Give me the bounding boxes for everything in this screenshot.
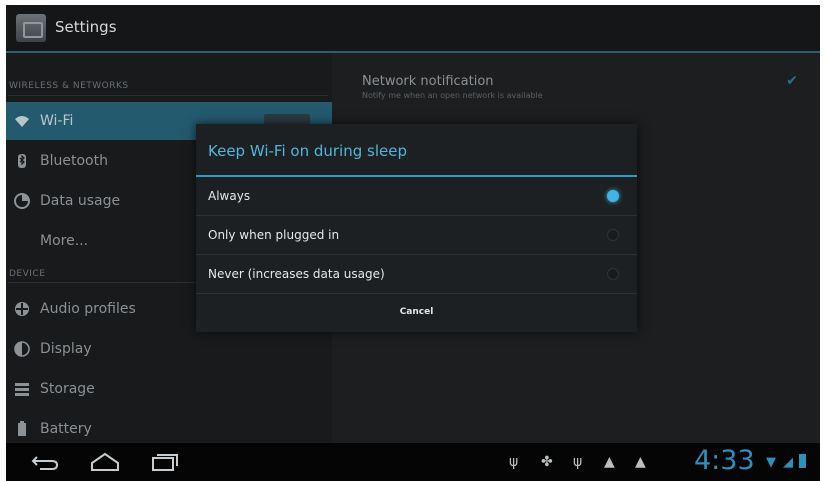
network-notification-title: Network notification	[362, 74, 494, 89]
network-notification-summary: Notify me when an open network is availa…	[362, 91, 543, 100]
sidebar-item-label: Audio profiles	[40, 301, 136, 317]
clock: 4:33	[694, 445, 755, 476]
tablet-screen: Settings WIRELESS & NETWORKS Wi-Fi Bluet…	[6, 5, 820, 481]
warning-icon: ▲	[604, 454, 615, 470]
app-title: Settings	[55, 18, 117, 36]
warning-icon: ▲	[635, 454, 646, 470]
radio-unselected-icon[interactable]	[607, 268, 619, 280]
sidebar-item-label: Bluetooth	[40, 153, 108, 169]
section-header-wireless: WIRELESS & NETWORKS	[9, 81, 129, 91]
sidebar-item-label: More...	[40, 233, 89, 249]
android-debug-icon: ✤	[541, 454, 553, 470]
option-only-when-plugged-in[interactable]: Only when plugged in	[196, 216, 637, 255]
divider	[8, 95, 328, 96]
battery-status-icon	[799, 454, 806, 468]
cell-signal-icon: ◢	[783, 455, 793, 470]
cancel-button[interactable]: Cancel	[196, 293, 637, 332]
sidebar-item-label: Data usage	[40, 193, 121, 209]
action-bar: Settings	[6, 5, 820, 53]
option-label: Always	[208, 189, 251, 203]
sidebar-item-label: Wi-Fi	[40, 113, 74, 129]
keep-wifi-dialog: Keep Wi-Fi on during sleep Always Only w…	[196, 124, 637, 332]
bluetooth-icon	[14, 153, 30, 169]
back-icon[interactable]	[30, 451, 60, 478]
wifi-signal-icon: ▼	[766, 455, 776, 470]
option-never[interactable]: Never (increases data usage)	[196, 255, 637, 294]
home-icon[interactable]	[90, 451, 120, 478]
wifi-icon	[14, 113, 30, 129]
usb-icon: ψ	[573, 454, 583, 470]
sidebar-item-display[interactable]: Display	[6, 330, 332, 368]
sidebar-item-label: Battery	[40, 421, 92, 437]
display-icon	[14, 341, 30, 357]
data-usage-icon	[14, 193, 30, 209]
option-label: Only when plugged in	[208, 228, 340, 242]
radio-selected-icon[interactable]	[607, 190, 619, 202]
dialog-title: Keep Wi-Fi on during sleep	[208, 142, 407, 160]
screenshot: Settings WIRELESS & NETWORKS Wi-Fi Bluet…	[0, 0, 826, 481]
usb-icon: ψ	[509, 454, 519, 470]
audio-profiles-icon	[14, 301, 30, 317]
radio-unselected-icon[interactable]	[607, 229, 619, 241]
sidebar-item-label: Storage	[40, 381, 95, 397]
sidebar-item-label: Display	[40, 341, 92, 357]
system-bar: ψ ✤ ψ ▲ ▲ 4:33 ▼ ◢	[6, 443, 820, 481]
section-header-device: DEVICE	[9, 269, 46, 279]
recent-apps-icon[interactable]	[149, 451, 179, 478]
option-always[interactable]: Always	[196, 177, 637, 216]
option-label: Never (increases data usage)	[208, 267, 385, 281]
storage-icon	[14, 381, 30, 397]
sidebar-item-storage[interactable]: Storage	[6, 370, 332, 408]
checkmark-icon[interactable]: ✔	[786, 73, 798, 89]
settings-app-icon[interactable]	[16, 14, 46, 42]
battery-icon	[14, 421, 30, 437]
